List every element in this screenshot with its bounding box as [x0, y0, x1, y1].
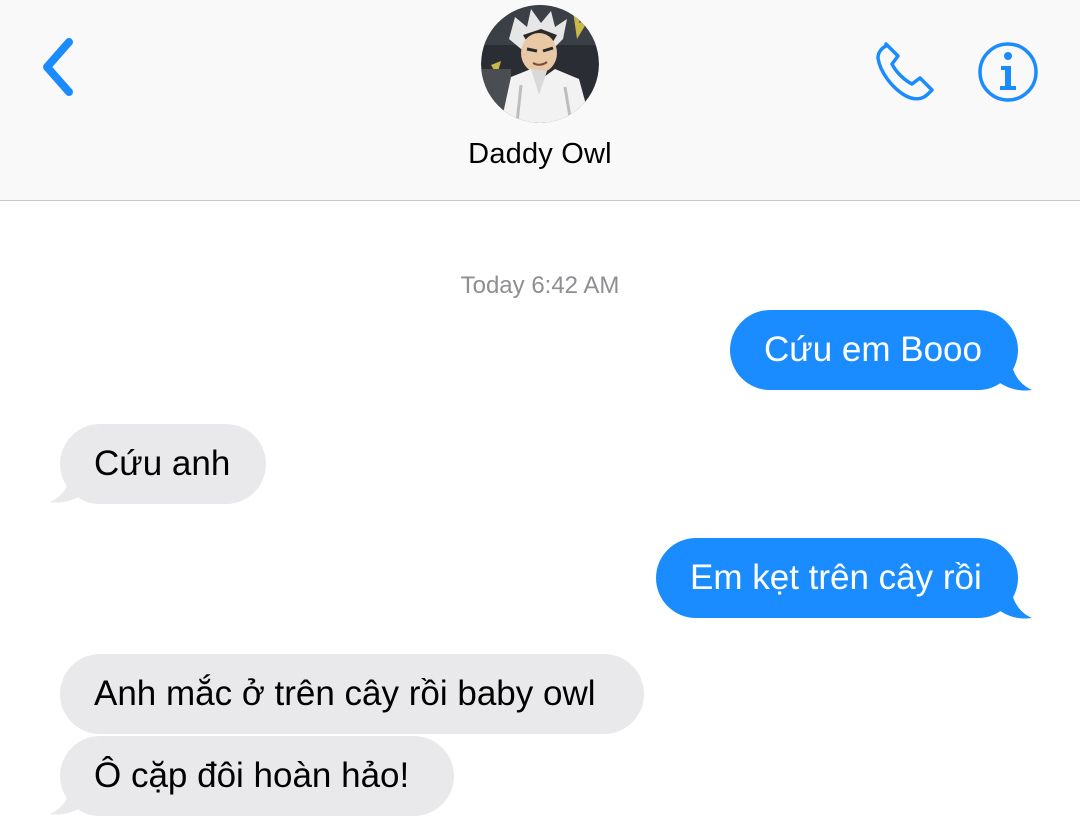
contact-avatar[interactable] [481, 5, 599, 123]
sent-message-bubble[interactable]: Cứu em Booo [730, 310, 1018, 390]
received-message-bubble[interactable]: Cứu anh [60, 424, 266, 504]
conversation-header: Daddy Owl [0, 0, 1080, 201]
contact-name[interactable]: Daddy Owl [340, 138, 740, 171]
message-timestamp: Today 6:42 AM [460, 272, 620, 299]
phone-icon [876, 42, 934, 101]
avatar-image [481, 5, 599, 123]
sent-message-bubble[interactable]: Em kẹt trên cây rồi [656, 538, 1018, 618]
info-icon [978, 42, 1038, 102]
back-button[interactable] [34, 36, 80, 98]
received-message-bubble[interactable]: Anh mắc ở trên cây rồi baby owl [60, 654, 644, 734]
chevron-left-icon [43, 38, 73, 96]
messages-screen: Daddy Owl Today 6:42 AM Cứu em Booo Cứu … [0, 0, 1080, 834]
received-message-bubble[interactable]: Ô cặp đôi hoàn hảo! [60, 736, 454, 816]
info-button[interactable] [976, 40, 1040, 104]
call-button[interactable] [872, 40, 938, 104]
